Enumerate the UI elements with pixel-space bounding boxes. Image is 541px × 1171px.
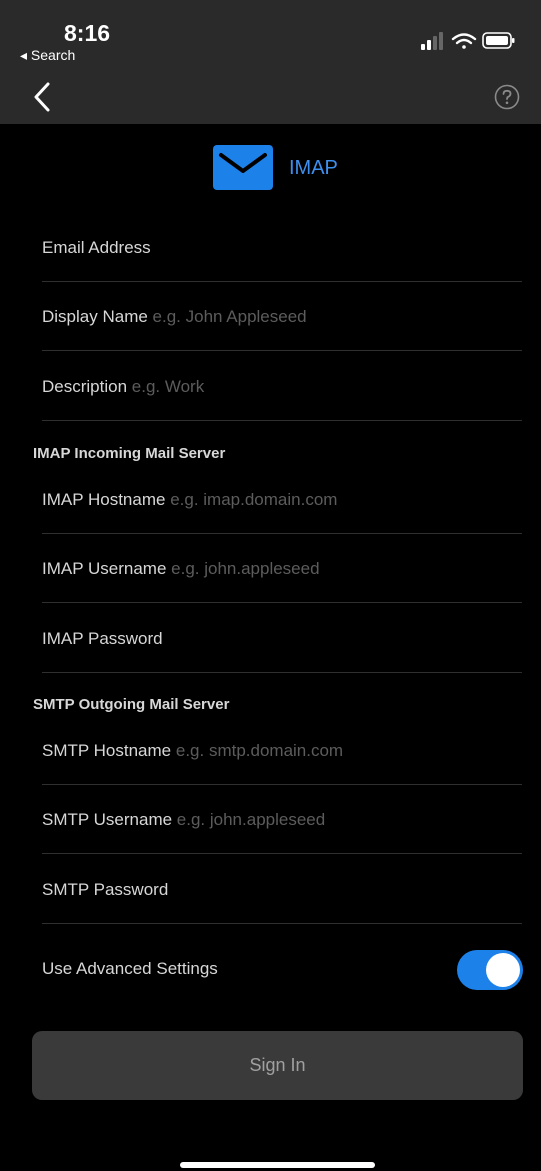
help-icon[interactable] (494, 84, 520, 110)
advanced-settings-toggle[interactable] (457, 950, 523, 990)
smtp-hostname-label: SMTP Hostname (42, 741, 172, 760)
sign-in-button[interactable]: Sign In (32, 1031, 523, 1100)
smtp-hostname-field[interactable]: SMTP Hostname e.g. smtp.domain.com (42, 716, 522, 785)
back-to-search-link[interactable]: ◂ Search (20, 47, 75, 64)
page-title: IMAP (289, 157, 338, 179)
imap-username-placeholder: e.g. john.appleseed (171, 559, 320, 578)
email-field[interactable]: Email Address (42, 213, 522, 282)
wifi-icon (451, 33, 477, 49)
smtp-username-label: SMTP Username (42, 810, 173, 829)
email-label: Email Address (42, 238, 151, 257)
imap-password-field[interactable]: IMAP Password (42, 604, 522, 673)
envelope-icon (213, 145, 273, 190)
display-name-placeholder: e.g. John Appleseed (152, 307, 307, 326)
display-name-field[interactable]: Display Name e.g. John Appleseed (42, 282, 522, 351)
toggle-knob (486, 953, 520, 987)
display-name-label: Display Name (42, 307, 148, 326)
imap-username-field[interactable]: IMAP Username e.g. john.appleseed (42, 534, 522, 603)
incoming-section-title: IMAP Incoming Mail Server (33, 445, 226, 462)
description-label: Description (42, 377, 128, 396)
advanced-settings-label: Use Advanced Settings (42, 959, 218, 978)
smtp-password-field[interactable]: SMTP Password (42, 855, 522, 924)
smtp-hostname-placeholder: e.g. smtp.domain.com (175, 741, 344, 760)
back-chevron-icon[interactable] (28, 80, 56, 114)
imap-password-label: IMAP Password (42, 629, 163, 648)
description-placeholder: e.g. Work (131, 377, 205, 396)
status-time: 8:16 (64, 20, 111, 46)
description-field[interactable]: Description e.g. Work (42, 352, 522, 421)
imap-hostname-label: IMAP Hostname (42, 490, 166, 509)
imap-hostname-placeholder: e.g. imap.domain.com (170, 490, 338, 509)
smtp-username-placeholder: e.g. john.appleseed (176, 810, 326, 829)
smtp-password-label: SMTP Password (42, 880, 169, 899)
outgoing-section-title: SMTP Outgoing Mail Server (33, 696, 230, 713)
battery-icon (482, 32, 515, 49)
home-indicator (180, 1162, 375, 1168)
advanced-settings-row: Use Advanced Settings (42, 945, 523, 995)
imap-hostname-field[interactable]: IMAP Hostname e.g. imap.domain.com (42, 465, 522, 534)
signal-icon (421, 32, 443, 50)
top-bar: 8:16 ◂ Search (0, 0, 541, 124)
status-icons (421, 32, 515, 50)
smtp-username-field[interactable]: SMTP Username e.g. john.appleseed (42, 785, 522, 854)
imap-username-label: IMAP Username (42, 559, 167, 578)
